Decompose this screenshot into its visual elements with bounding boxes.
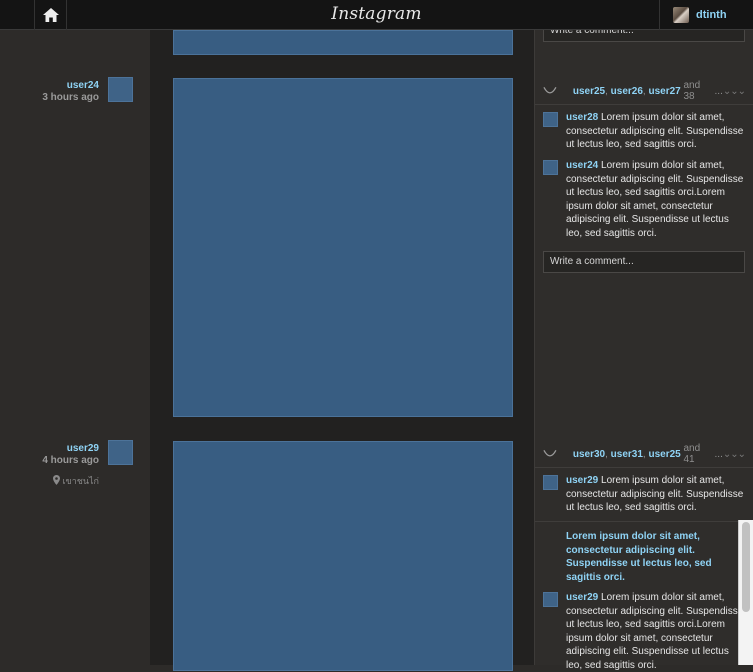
comment: user24 Lorem ipsum dolor sit amet, conse… [543,159,748,240]
comment-body: Lorem ipsum dolor sit amet, consectetur … [566,592,744,671]
instagram-logo[interactable]: Instagram [0,4,753,24]
like-user[interactable]: user27 [648,86,680,97]
post-time: 3 hours ago [42,92,99,103]
comment: user29 Lorem ipsum dolor sit amet, conse… [543,474,748,515]
post-photo[interactable] [173,30,513,55]
comment-text: user24 Lorem ipsum dolor sit amet, conse… [566,159,746,240]
divider [535,521,753,522]
comment: user28 Lorem ipsum dolor sit amet, conse… [543,111,748,152]
author-name[interactable]: user29 [0,443,99,454]
comment-text: user29 Lorem ipsum dolor sit amet, conse… [566,474,746,515]
like-user[interactable]: user26 [611,86,643,97]
post-photo[interactable] [173,441,513,671]
location-name: เขาชนไก่ [62,476,99,486]
avatar [673,7,689,23]
username: dtinth [696,9,727,21]
likes-more[interactable]: and 41 [684,443,712,465]
post-author: user29 4 hours ago เขาชนไก่ [0,443,99,488]
comments-scrollbar[interactable] [738,520,753,665]
like-user[interactable]: user25 [648,449,680,460]
more-options-icon[interactable]: ⌄⌄⌄ [723,449,746,460]
heart-icon[interactable] [543,85,557,97]
author-name[interactable]: user24 [0,80,99,91]
author-avatar[interactable] [108,77,133,102]
divider [535,104,753,105]
post-author: user24 3 hours ago [0,80,99,103]
comment-user[interactable]: user29 [566,475,598,486]
like-user[interactable]: user25 [573,86,605,97]
top-bar: Instagram dtinth [0,0,753,30]
comment-body: Lorem ipsum dolor sit amet, consectetur … [566,160,744,239]
comment-avatar[interactable] [543,475,558,490]
post-caption: Lorem ipsum dolor sit amet, consectetur … [566,531,712,583]
post-photo[interactable] [173,78,513,417]
likes-more[interactable]: and 38 [684,80,712,102]
comment-text: user29 Lorem ipsum dolor sit amet, conse… [566,591,746,672]
like-user[interactable]: user30 [573,449,605,460]
likes-row: user25, user26, user27 and 38 ... ⌄⌄⌄ [543,80,746,102]
comment-input[interactable]: Write a comment... [543,251,745,273]
post-time: 4 hours ago [42,455,99,466]
location-pin-icon [52,475,60,485]
like-user[interactable]: user31 [611,449,643,460]
more-options-icon[interactable]: ⌄⌄⌄ [723,86,746,97]
comment-avatar[interactable] [543,160,558,175]
scrollbar-thumb[interactable] [742,522,750,612]
comment-user[interactable]: user28 [566,112,598,123]
likes-ellipsis: ... [714,448,723,460]
comment-text: user28 Lorem ipsum dolor sit amet, conse… [566,111,746,152]
comment-user[interactable]: user29 [566,592,598,603]
likes-ellipsis: ... [714,85,723,97]
comment-user[interactable]: user24 [566,160,598,171]
likes-row: user30, user31, user25 and 41 ... ⌄⌄⌄ [543,443,746,465]
comment: user29 Lorem ipsum dolor sit amet, conse… [543,591,748,672]
comment-avatar[interactable] [543,112,558,127]
divider [535,467,753,468]
heart-icon[interactable] [543,448,557,460]
post-location[interactable]: เขาชนไก่ [0,474,99,488]
author-avatar[interactable] [108,440,133,465]
comment-avatar[interactable] [543,592,558,607]
user-menu[interactable]: dtinth [659,0,747,30]
